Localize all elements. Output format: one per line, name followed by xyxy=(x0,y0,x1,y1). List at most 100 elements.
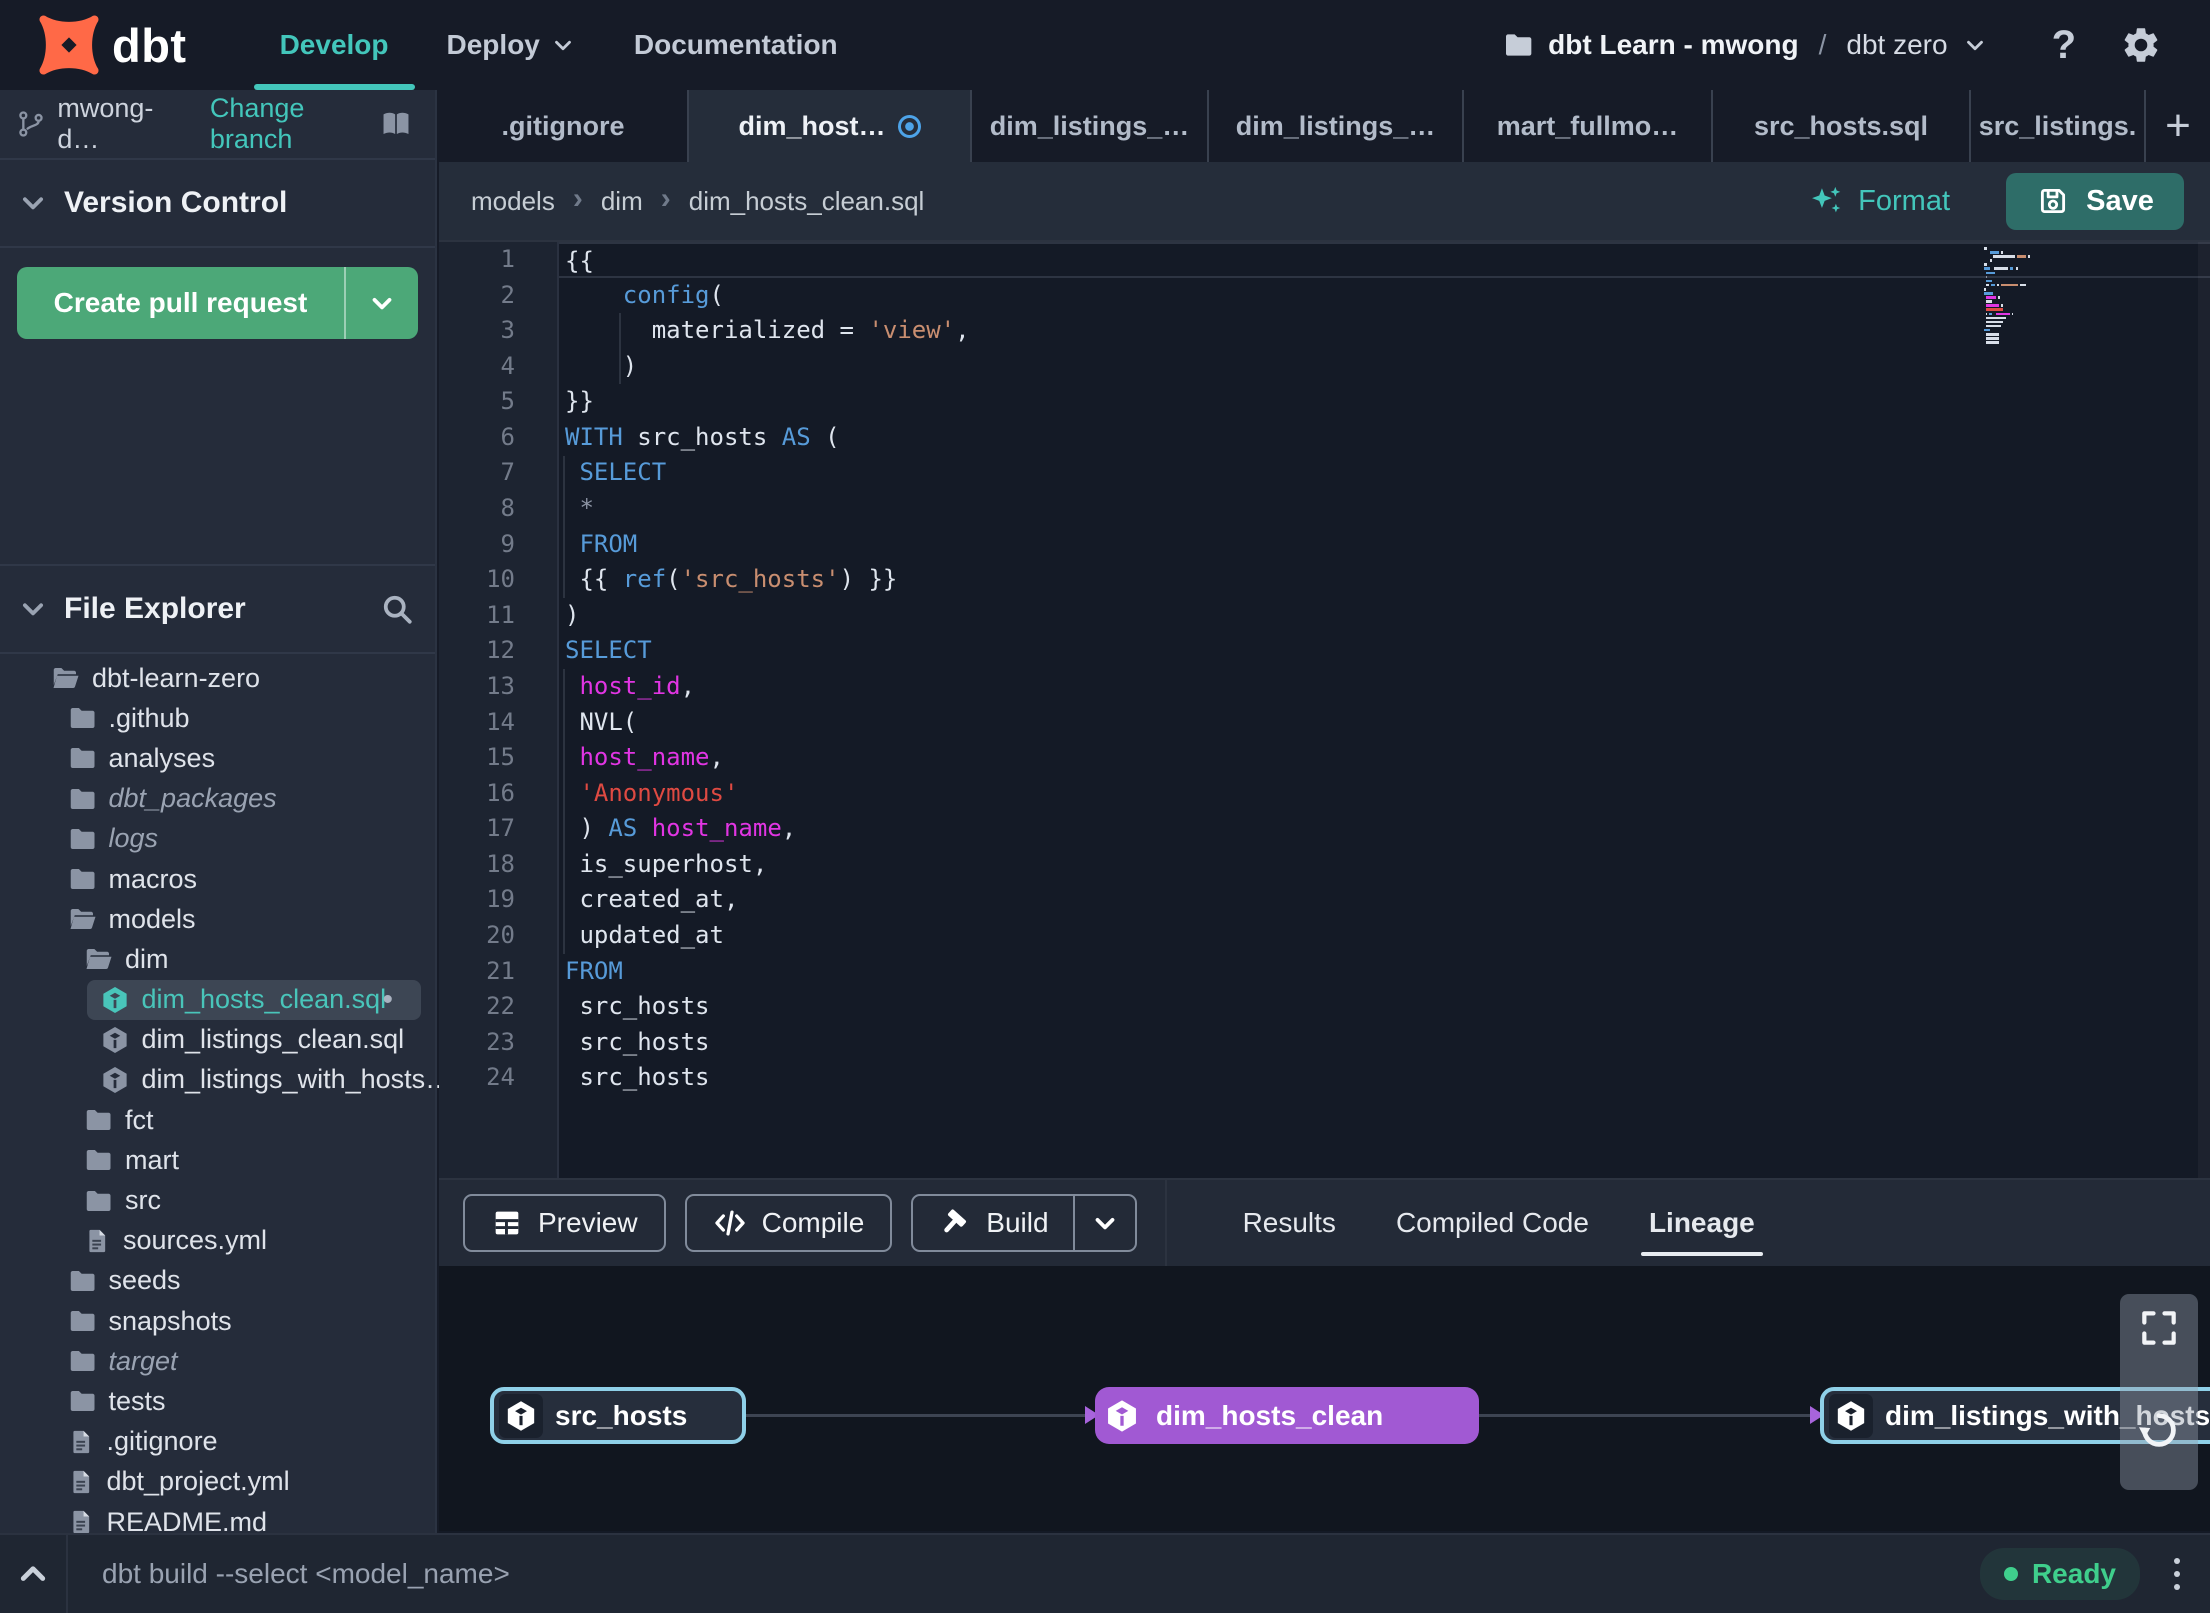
code-line-14[interactable]: NVL( xyxy=(559,705,2210,741)
help-icon[interactable]: ? xyxy=(2052,23,2076,68)
tree-item-snapshots[interactable]: snapshots xyxy=(54,1301,422,1341)
dbt-logo[interactable]: dbt xyxy=(38,14,187,76)
minimap-line xyxy=(1984,332,2042,336)
file-explorer-header[interactable]: File Explorer xyxy=(0,566,435,654)
save-button[interactable]: Save xyxy=(2006,172,2184,230)
code-line-23[interactable]: src_hosts xyxy=(559,1025,2210,1061)
tree-item-tests[interactable]: tests xyxy=(54,1381,422,1421)
docs-book-icon[interactable] xyxy=(379,107,413,141)
result-tab-results[interactable]: Results xyxy=(1213,1180,1366,1266)
code-line-9[interactable]: FROM xyxy=(559,527,2210,563)
tree-item-seeds[interactable]: seeds xyxy=(54,1261,422,1301)
nav-item-develop[interactable]: Develop xyxy=(251,0,418,90)
code-line-8[interactable]: * xyxy=(559,491,2210,527)
nav-item-deploy[interactable]: Deploy xyxy=(418,0,605,90)
format-button[interactable]: Format xyxy=(1808,183,1950,219)
indent-guide xyxy=(563,456,565,598)
tree-item-analyses[interactable]: analyses xyxy=(54,738,422,778)
code-line-3[interactable]: materialized = 'view', xyxy=(559,313,2210,349)
tree-item-label: sources.yml xyxy=(123,1225,268,1256)
code-line-19[interactable]: created_at, xyxy=(559,882,2210,918)
change-branch-link[interactable]: Change branch xyxy=(210,93,379,155)
code-line-20[interactable]: updated_at xyxy=(559,918,2210,954)
code-line-6[interactable]: WITH src_hosts AS ( xyxy=(559,420,2210,456)
tab-gitignore[interactable]: .gitignore xyxy=(439,90,689,162)
code-line-10[interactable]: {{ ref('src_hosts') }} xyxy=(559,562,2210,598)
version-control-header[interactable]: Version Control xyxy=(0,160,435,248)
breadcrumb-separator: › xyxy=(572,182,583,215)
search-icon[interactable] xyxy=(379,591,415,627)
breadcrumb-segment-dim[interactable]: dim xyxy=(601,186,643,217)
editor-scrollbar[interactable] xyxy=(2198,242,2210,1178)
compile-button[interactable]: Compile xyxy=(684,1194,893,1252)
code-line-13[interactable]: host_id, xyxy=(559,669,2210,705)
tree-item-mart[interactable]: mart xyxy=(70,1140,421,1180)
minimap[interactable] xyxy=(1984,247,2042,345)
tree-item-dbt-packages[interactable]: dbt_packages xyxy=(54,779,422,819)
tab-mart-fullmo[interactable]: mart_fullmo… xyxy=(1464,90,1713,162)
line-number: 6 xyxy=(500,422,515,451)
tree-item-github[interactable]: .github xyxy=(54,698,422,738)
lineage-node-src-hosts[interactable]: src_hosts xyxy=(490,1387,746,1444)
code-line-24[interactable]: src_hosts xyxy=(559,1060,2210,1096)
code-line-16[interactable]: 'Anonymous' xyxy=(559,776,2210,812)
build-dropdown-button[interactable] xyxy=(1072,1196,1135,1250)
tree-item-macros[interactable]: macros xyxy=(54,859,422,899)
tree-item-dim-listings-with-hosts[interactable]: dim_listings_with_hosts… xyxy=(87,1060,452,1100)
tab-src-hosts-sql[interactable]: src_hosts.sql xyxy=(1713,90,1971,162)
code-editor[interactable]: 1 2 3 4 5 6 7 8 9 10 11 12 13 14 15 16 17 18 19 20 21 22 23 24 … xyxy=(439,242,2210,1178)
code-line-17[interactable]: ) AS host_name, xyxy=(559,811,2210,847)
code-line-11[interactable]: ) xyxy=(559,598,2210,634)
code-line-5[interactable]: }} xyxy=(559,384,2210,420)
tab-label: mart_fullmo… xyxy=(1496,110,1679,141)
code-line-22[interactable]: src_hosts xyxy=(559,989,2210,1025)
breadcrumb-segment-models[interactable]: models xyxy=(471,186,555,217)
code-content[interactable]: {{ config( materialized = 'view', )}} WIT… xyxy=(557,242,2210,1178)
tab-dim-host[interactable]: dim_host… xyxy=(689,90,972,162)
pr-dropdown-button[interactable] xyxy=(344,267,418,339)
refresh-icon[interactable] xyxy=(2135,1406,2183,1454)
line-number: 16 xyxy=(486,778,515,807)
result-tab-lineage[interactable]: Lineage xyxy=(1619,1180,1785,1266)
code-line-18[interactable]: is_superhost, xyxy=(559,847,2210,883)
result-tab-compiled-code[interactable]: Compiled Code xyxy=(1366,1180,1619,1266)
nav-item-documentation[interactable]: Documentation xyxy=(605,0,867,90)
code-line-4[interactable]: ) xyxy=(559,349,2210,385)
code-line-7[interactable]: SELECT xyxy=(559,455,2210,491)
build-button[interactable]: Build xyxy=(913,1196,1072,1250)
tree-item-dim-hosts-clean-sql[interactable]: dim_hosts_clean.sql • xyxy=(86,979,421,1020)
kebab-menu-icon[interactable] xyxy=(2170,1554,2184,1594)
line-number: 22 xyxy=(486,992,515,1021)
lineage-graph[interactable]: src_hosts dim_hosts_clean dim_listings_w… xyxy=(439,1266,2210,1531)
code-line-15[interactable]: host_name, xyxy=(559,740,2210,776)
gear-icon[interactable] xyxy=(2120,24,2162,66)
project-selector[interactable]: dbt Learn - mwong / dbt zero xyxy=(1502,29,1987,61)
tab-dim-listings[interactable]: dim_listings_… xyxy=(1209,90,1464,162)
tree-item-fct[interactable]: fct xyxy=(70,1100,421,1140)
tree-item-dbt-project-yml[interactable]: dbt_project.yml xyxy=(54,1462,422,1502)
new-tab-button[interactable]: + xyxy=(2146,90,2210,162)
code-line-21[interactable]: FROM xyxy=(559,954,2210,990)
lineage-node-dim-hosts-clean[interactable]: dim_hosts_clean xyxy=(1095,1387,1479,1444)
command-input[interactable]: dbt build --select <model_name> xyxy=(102,1558,510,1590)
tree-item-models[interactable]: models xyxy=(54,899,422,939)
chevron-up-icon[interactable] xyxy=(0,1535,68,1613)
tree-item-target[interactable]: target xyxy=(54,1341,422,1381)
tab-dim-listings[interactable]: dim_listings_… xyxy=(972,90,1209,162)
code-line-2[interactable]: config( xyxy=(559,278,2210,314)
tree-item-dim-listings-clean-sql[interactable]: dim_listings_clean.sql xyxy=(87,1020,422,1060)
fullscreen-icon[interactable] xyxy=(2137,1306,2181,1350)
tree-item-sources-yml[interactable]: sources.yml xyxy=(70,1221,421,1261)
create-pull-request-button[interactable]: Create pull request xyxy=(17,267,418,339)
folder-icon xyxy=(1506,34,1532,56)
code-line-1[interactable]: {{ xyxy=(559,242,2210,278)
preview-button[interactable]: Preview xyxy=(463,1194,666,1252)
code-line-12[interactable]: SELECT xyxy=(559,633,2210,669)
breadcrumb-segment-dim-hosts-clean-sql[interactable]: dim_hosts_clean.sql xyxy=(689,186,925,217)
tree-item-logs[interactable]: logs xyxy=(54,819,422,859)
tree-item-dim[interactable]: dim xyxy=(70,939,421,979)
tree-item-src[interactable]: src xyxy=(70,1180,421,1220)
tab-src-listings[interactable]: src_listings. xyxy=(1971,90,2146,162)
tree-item-gitignore[interactable]: .gitignore xyxy=(54,1422,422,1462)
tree-item-dbt-learn-zero[interactable]: dbt-learn-zero xyxy=(37,658,421,698)
